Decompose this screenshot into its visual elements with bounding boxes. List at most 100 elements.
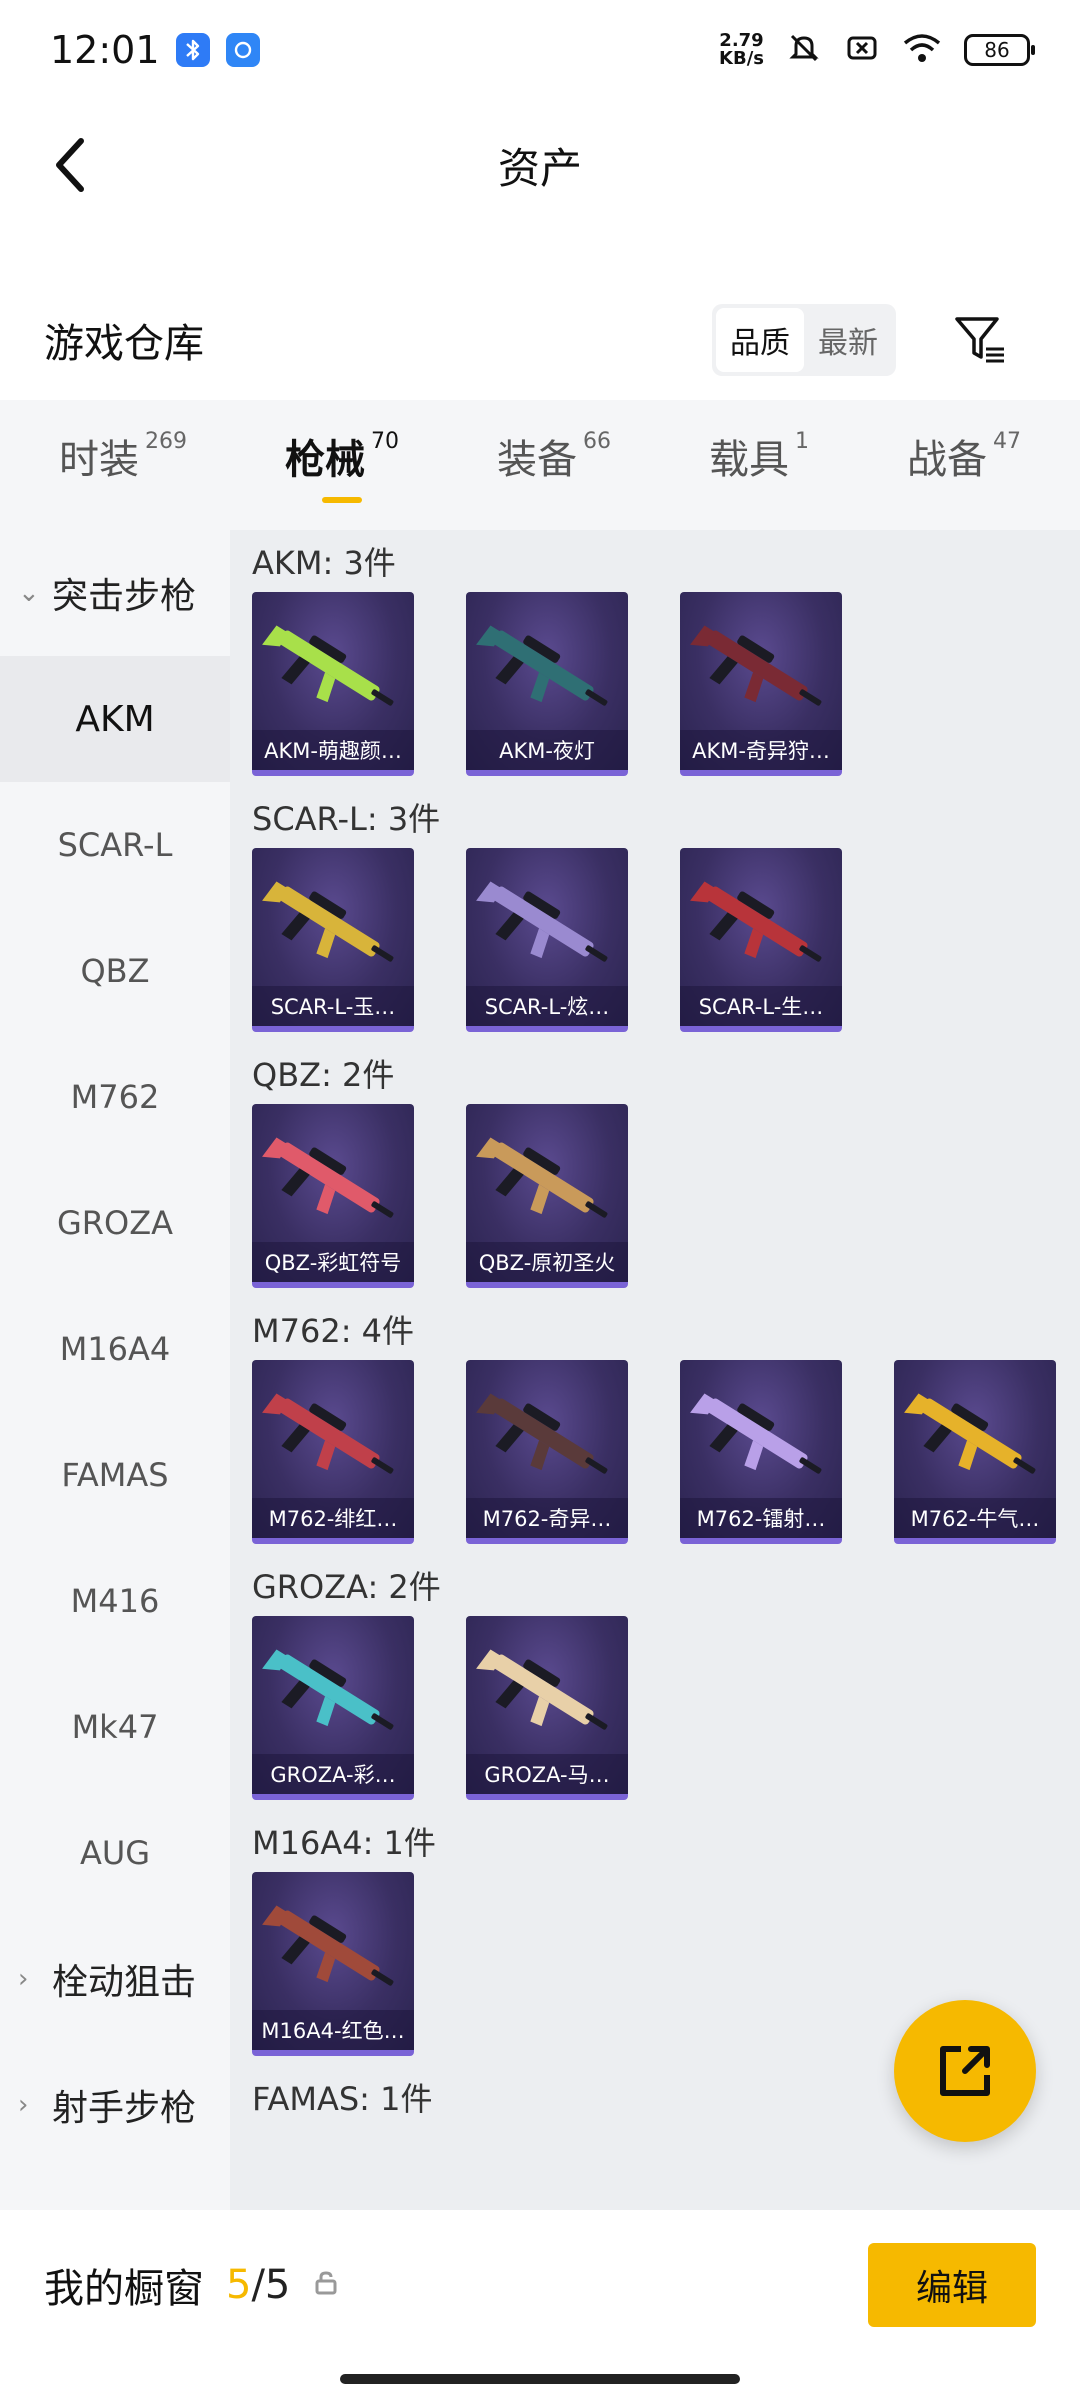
weapon-card[interactable]: GROZA-彩… <box>252 1616 414 1800</box>
showcase-label: 我的橱窗 <box>44 2266 204 2312</box>
tab-equipment[interactable]: 装备 66 <box>497 427 611 503</box>
weapon-card[interactable]: GROZA-马… <box>466 1616 628 1800</box>
filter-button[interactable] <box>946 305 1016 375</box>
weapon-card[interactable]: M762-奇异… <box>466 1360 628 1544</box>
weapon-card[interactable]: SCAR-L-生… <box>680 848 842 1032</box>
weapon-image <box>476 625 608 706</box>
sidebar-item-mk47[interactable]: Mk47 <box>0 1664 230 1790</box>
share-button[interactable] <box>894 2000 1036 2142</box>
weapon-card[interactable]: M762-牛气… <box>894 1360 1056 1544</box>
tab-label: 战备 <box>907 437 987 483</box>
sidebar-item-akm[interactable]: AKM <box>0 656 230 782</box>
sort-newest-option[interactable]: 最新 <box>804 308 892 372</box>
weapon-card[interactable]: AKM-夜灯 <box>466 592 628 776</box>
edit-button[interactable]: 编辑 <box>868 2243 1036 2327</box>
active-tab-indicator <box>322 497 362 503</box>
weapon-card[interactable]: M762-绯红… <box>252 1360 414 1544</box>
weapon-image <box>262 625 394 706</box>
sidebar-item-qbz[interactable]: QBZ <box>0 908 230 1034</box>
weapon-card[interactable]: M762-镭射… <box>680 1360 842 1544</box>
status-time: 12:01 <box>50 28 160 72</box>
sidebar-item-m762[interactable]: M762 <box>0 1034 230 1160</box>
weapon-card[interactable]: AKM-奇异狩… <box>680 592 842 776</box>
battery-indicator: 86 <box>964 34 1035 66</box>
tab-count: 47 <box>993 429 1021 454</box>
sidebar-item-famas[interactable]: FAMAS <box>0 1412 230 1538</box>
weapon-card[interactable]: QBZ-原初圣火 <box>466 1104 628 1288</box>
showcase-count: 5/5 <box>226 2262 290 2308</box>
wifi-icon <box>902 31 942 69</box>
tab-label: 时装 <box>59 437 139 483</box>
sidebar-group-label: 突击步枪 <box>52 576 197 617</box>
tab-firearms[interactable]: 枪械 70 <box>285 427 399 503</box>
lock-icon <box>312 2269 340 2301</box>
weapon-image <box>262 1137 394 1218</box>
warehouse-title: 游戏仓库 <box>44 321 204 367</box>
showcase-current: 5 <box>226 2262 252 2308</box>
weapon-row: SCAR-L-玉… SCAR-L-炫… SCAR-L-生… <box>252 848 1058 1032</box>
weapon-image <box>476 1649 608 1730</box>
chevron-down-icon: ⌄ <box>18 578 40 608</box>
tab-label: 载具 <box>709 437 789 483</box>
home-indicator <box>340 2374 740 2384</box>
sidebar-group-bolt-action[interactable]: › 栓动狙击 <box>0 1916 230 2042</box>
weapon-card[interactable]: SCAR-L-炫… <box>466 848 628 1032</box>
weapon-row: M762-绯红… M762-奇异… M762-镭射… M762-牛气… <box>252 1360 1058 1544</box>
weapon-image <box>262 1649 394 1730</box>
warehouse-bar: 游戏仓库 品质 最新 <box>0 290 1080 390</box>
weapon-image <box>690 625 822 706</box>
sidebar-item-aug[interactable]: AUG <box>0 1790 230 1916</box>
weapon-type-sidebar: ⌄ 突击步枪 AKM SCAR-L QBZ M762 GROZA M16A4 F… <box>0 530 230 2210</box>
weapon-card-label: SCAR-L-生… <box>680 986 842 1026</box>
weapon-card[interactable]: QBZ-彩虹符号 <box>252 1104 414 1288</box>
section-title: AKM: 3件 <box>252 544 396 582</box>
tab-count: 269 <box>145 429 187 454</box>
sidebar-item-scar-l[interactable]: SCAR-L <box>0 782 230 908</box>
weapon-image <box>904 1393 1036 1474</box>
weapon-grid: AKM: 3件 AKM-萌趣颜… AKM-夜灯 AKM-奇异狩… SCAR-L: 3件 S… <box>230 530 1080 2210</box>
weapon-card-label: AKM-萌趣颜… <box>252 730 414 770</box>
weapon-card-label: M762-绯红… <box>252 1498 414 1538</box>
sidebar-group-assault-rifles[interactable]: ⌄ 突击步枪 <box>0 530 230 656</box>
sidebar-item-groza[interactable]: GROZA <box>0 1160 230 1286</box>
no-sim-icon <box>844 30 880 70</box>
weapon-card[interactable]: AKM-萌趣颜… <box>252 592 414 776</box>
sidebar-group-label: 射手步枪 <box>52 2088 197 2129</box>
weapon-card[interactable]: M16A4-红色… <box>252 1872 414 2056</box>
weapon-card-label: M762-镭射… <box>680 1498 842 1538</box>
weapon-card-label: AKM-夜灯 <box>466 730 628 770</box>
weapon-image <box>690 881 822 962</box>
sidebar-group-marksman[interactable]: › 射手步枪 <box>0 2042 230 2168</box>
showcase-bar: 我的橱窗 5/5 编辑 <box>0 2210 1080 2360</box>
tab-battle-gear[interactable]: 战备 47 <box>907 427 1021 503</box>
share-icon <box>940 2046 990 2096</box>
weapon-row: QBZ-彩虹符号 QBZ-原初圣火 <box>252 1104 1058 1288</box>
weapon-card-label: M762-牛气… <box>894 1498 1056 1538</box>
sort-quality-option[interactable]: 品质 <box>716 308 804 372</box>
weapon-row: AKM-萌趣颜… AKM-夜灯 AKM-奇异狩… <box>252 592 1058 776</box>
weapon-card-label: M16A4-红色… <box>252 2010 414 2050</box>
filter-icon <box>955 317 1004 363</box>
weapon-image <box>262 881 394 962</box>
page-title: 资产 <box>497 143 582 193</box>
section-title: M762: 4件 <box>252 1312 415 1350</box>
network-speed-unit: KB/s <box>719 48 764 69</box>
back-button[interactable] <box>36 130 106 200</box>
tab-count: 66 <box>583 429 611 454</box>
tab-fashion[interactable]: 时装 269 <box>59 427 187 503</box>
sidebar-item-m16a4[interactable]: M16A4 <box>0 1286 230 1412</box>
weapon-image <box>476 1393 608 1474</box>
section-title: SCAR-L: 3件 <box>252 800 441 838</box>
sidebar-item-m416[interactable]: M416 <box>0 1538 230 1664</box>
tab-count: 70 <box>371 429 399 454</box>
tab-label: 装备 <box>497 437 577 483</box>
tab-vehicles[interactable]: 载具 1 <box>709 427 809 503</box>
weapon-card-label: GROZA-彩… <box>252 1754 414 1794</box>
chevron-right-icon: › <box>18 2090 29 2120</box>
weapon-card-label: QBZ-原初圣火 <box>466 1242 628 1282</box>
chevron-left-icon <box>56 138 84 192</box>
weapon-image <box>262 1905 394 1986</box>
category-tabs: 时装 269 枪械 70 装备 66 载具 1 战备 47 <box>0 400 1080 530</box>
chevron-right-icon: › <box>18 1964 29 1994</box>
weapon-card[interactable]: SCAR-L-玉… <box>252 848 414 1032</box>
